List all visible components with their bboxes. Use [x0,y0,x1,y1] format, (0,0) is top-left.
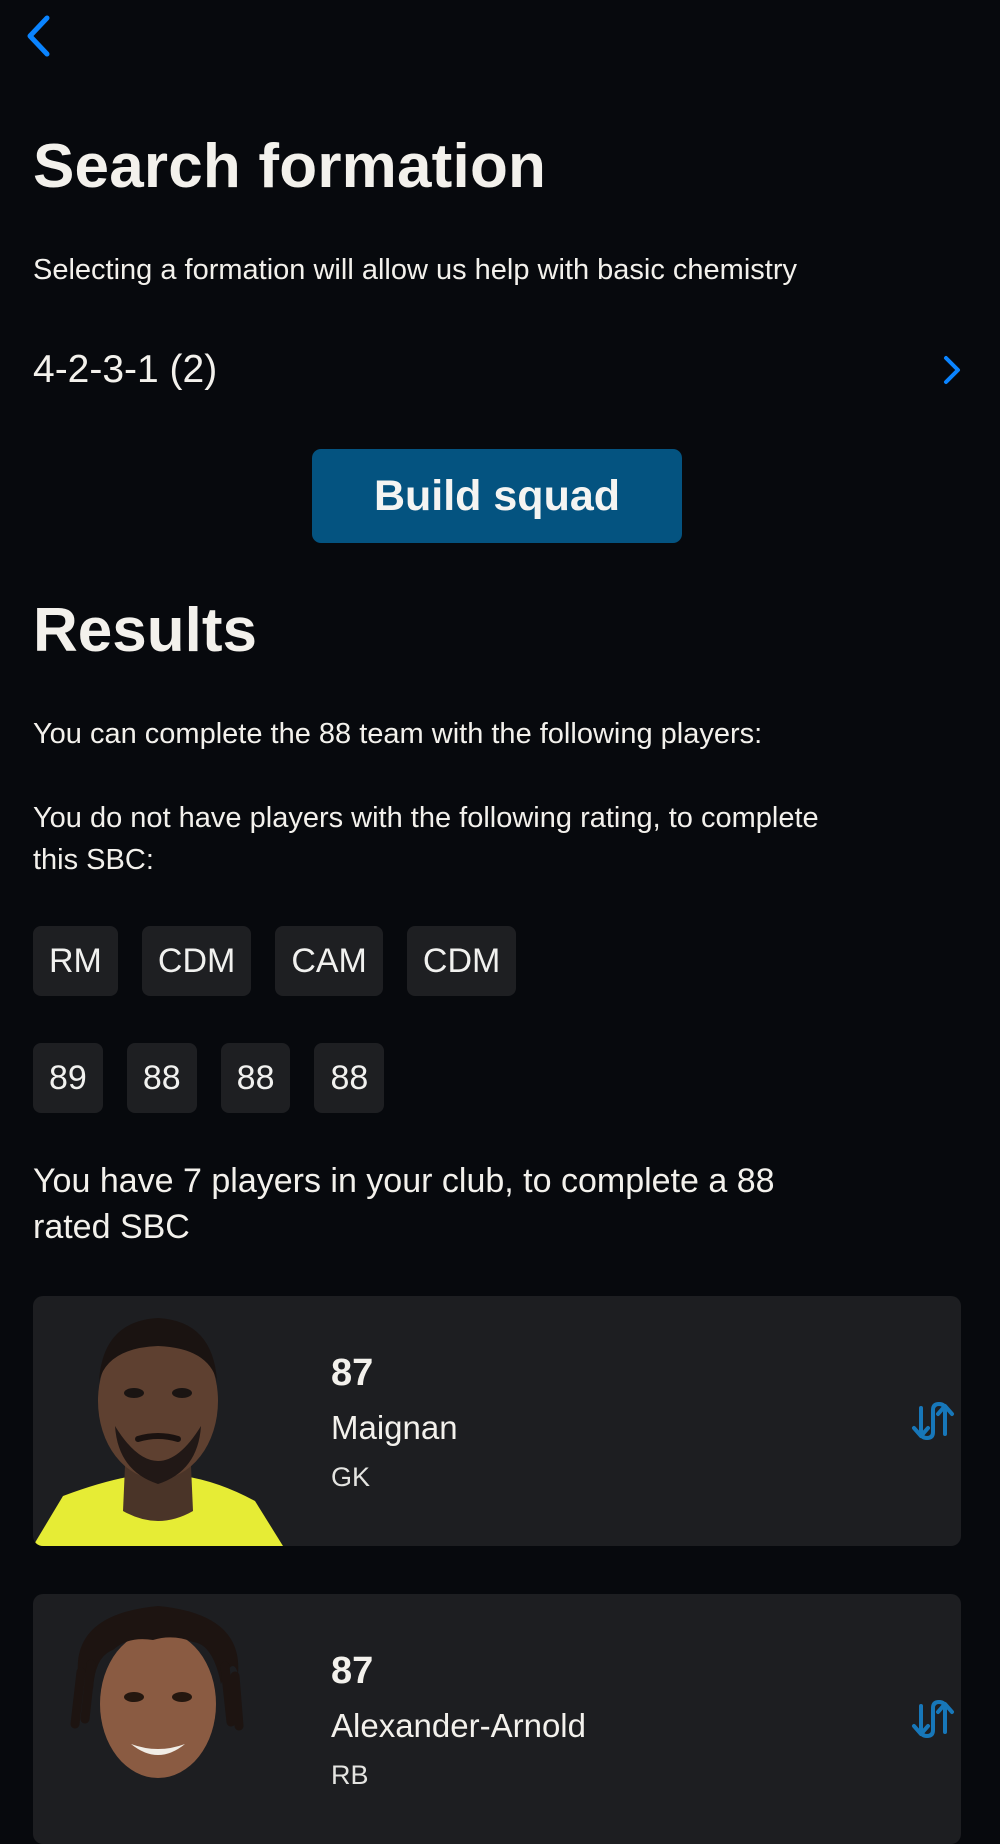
rating-chip: 88 [314,1043,385,1113]
swap-icon[interactable] [911,1400,955,1442]
player-photo [33,1318,283,1546]
player-card[interactable]: 87 Maignan GK [33,1296,961,1546]
missing-rating-text-line1: You do not have players with the followi… [33,802,819,834]
position-chip: RM [33,926,118,996]
formation-value: 4-2-3-1 (2) [33,348,218,391]
complete-team-text: You can complete the 88 team with the fo… [33,718,763,750]
results-title: Results [33,596,257,665]
player-card[interactable]: 87 Alexander-Arnold RB [33,1594,961,1844]
back-button[interactable] [22,12,56,60]
page-title: Search formation [33,132,547,201]
page-subtitle: Selecting a formation will allow us help… [33,254,797,286]
missing-rating-text-line2: this SBC: [33,844,154,876]
swap-icon[interactable] [911,1698,955,1740]
rating-chip: 89 [33,1043,103,1113]
build-squad-button[interactable]: Build squad [312,449,682,543]
player-name: Maignan [331,1409,458,1446]
chevron-right-icon [944,356,960,384]
player-photo [70,1606,244,1778]
missing-positions: RM CDM CAM CDM [33,926,517,996]
rating-chip: 88 [126,1043,197,1113]
club-players-text-line2: rated SBC [33,1208,190,1246]
chevron-left-icon [27,15,50,57]
club-players-text-line1: You have 7 players in your club, to comp… [33,1162,775,1200]
rating-chip: 88 [220,1043,291,1113]
player-position: RB [331,1760,369,1790]
position-chip: CAM [275,926,383,996]
player-name: Alexander-Arnold [331,1707,586,1744]
player-position: GK [331,1462,371,1492]
player-rating: 87 [331,1352,374,1394]
position-chip: CDM [141,926,252,996]
player-rating: 87 [331,1650,374,1692]
missing-ratings: 89 88 88 88 [33,1043,385,1113]
formation-selector[interactable]: 4-2-3-1 (2) [33,345,968,395]
position-chip: CDM [406,926,517,996]
